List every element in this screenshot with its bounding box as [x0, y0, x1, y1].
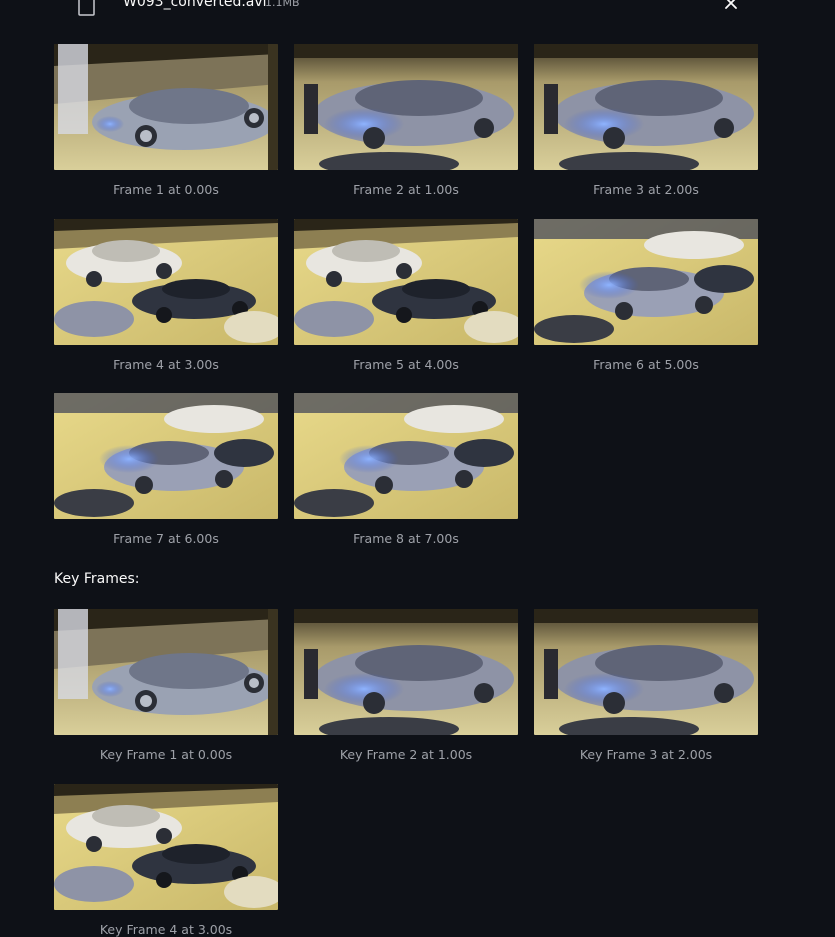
frame-card-2: Frame 2 at 1.00s [294, 44, 518, 197]
frame-thumbnail [54, 393, 278, 519]
frame-caption: Frame 3 at 2.00s [593, 182, 699, 197]
frame-card-3: Frame 3 at 2.00s [534, 44, 758, 197]
frame-card-8: Frame 8 at 7.00s [294, 393, 518, 546]
frame-card-4: Frame 4 at 3.00s [54, 219, 278, 372]
frame-thumbnail [294, 44, 518, 170]
key-frame-card-2: Key Frame 2 at 1.00s [294, 609, 518, 762]
key-frames-heading: Key Frames: [54, 571, 140, 587]
file-name: W093_converted.avi [123, 0, 267, 10]
frame-thumbnail [294, 219, 518, 345]
frame-caption: Frame 8 at 7.00s [353, 531, 459, 546]
frame-card-5: Frame 5 at 4.00s [294, 219, 518, 372]
frame-thumbnail [534, 219, 758, 345]
frame-caption: Frame 4 at 3.00s [113, 357, 219, 372]
close-icon[interactable] [722, 0, 740, 12]
frame-thumbnail [534, 44, 758, 170]
uploaded-file-bar: W093_converted.avi 1.1MB [0, 0, 835, 18]
key-frame-card-4: Key Frame 4 at 3.00s [54, 784, 278, 937]
key-frame-card-1: Key Frame 1 at 0.00s [54, 609, 278, 762]
frame-caption: Frame 6 at 5.00s [593, 357, 699, 372]
key-frame-card-3: Key Frame 3 at 2.00s [534, 609, 758, 762]
key-frame-caption: Key Frame 1 at 0.00s [99, 747, 233, 762]
file-size: 1.1MB [265, 0, 300, 9]
frame-card-6: Frame 6 at 5.00s [534, 219, 758, 372]
frame-caption: Frame 1 at 0.00s [113, 182, 219, 197]
frame-card-1: Frame 1 at 0.00s [54, 44, 278, 197]
file-icon [78, 0, 95, 16]
key-frame-caption: Key Frame 4 at 3.00s [99, 922, 233, 937]
frame-thumbnail [294, 393, 518, 519]
frame-thumbnail [54, 44, 278, 170]
key-frame-thumbnail [54, 784, 278, 910]
key-frame-caption: Key Frame 3 at 2.00s [579, 747, 713, 762]
frame-caption: Frame 7 at 6.00s [113, 531, 219, 546]
frame-caption: Frame 2 at 1.00s [353, 182, 459, 197]
frame-card-7: Frame 7 at 6.00s [54, 393, 278, 546]
key-frame-thumbnail [534, 609, 758, 735]
key-frame-caption: Key Frame 2 at 1.00s [339, 747, 473, 762]
key-frame-thumbnail [294, 609, 518, 735]
key-frame-thumbnail [54, 609, 278, 735]
frame-caption: Frame 5 at 4.00s [353, 357, 459, 372]
frame-thumbnail [54, 219, 278, 345]
